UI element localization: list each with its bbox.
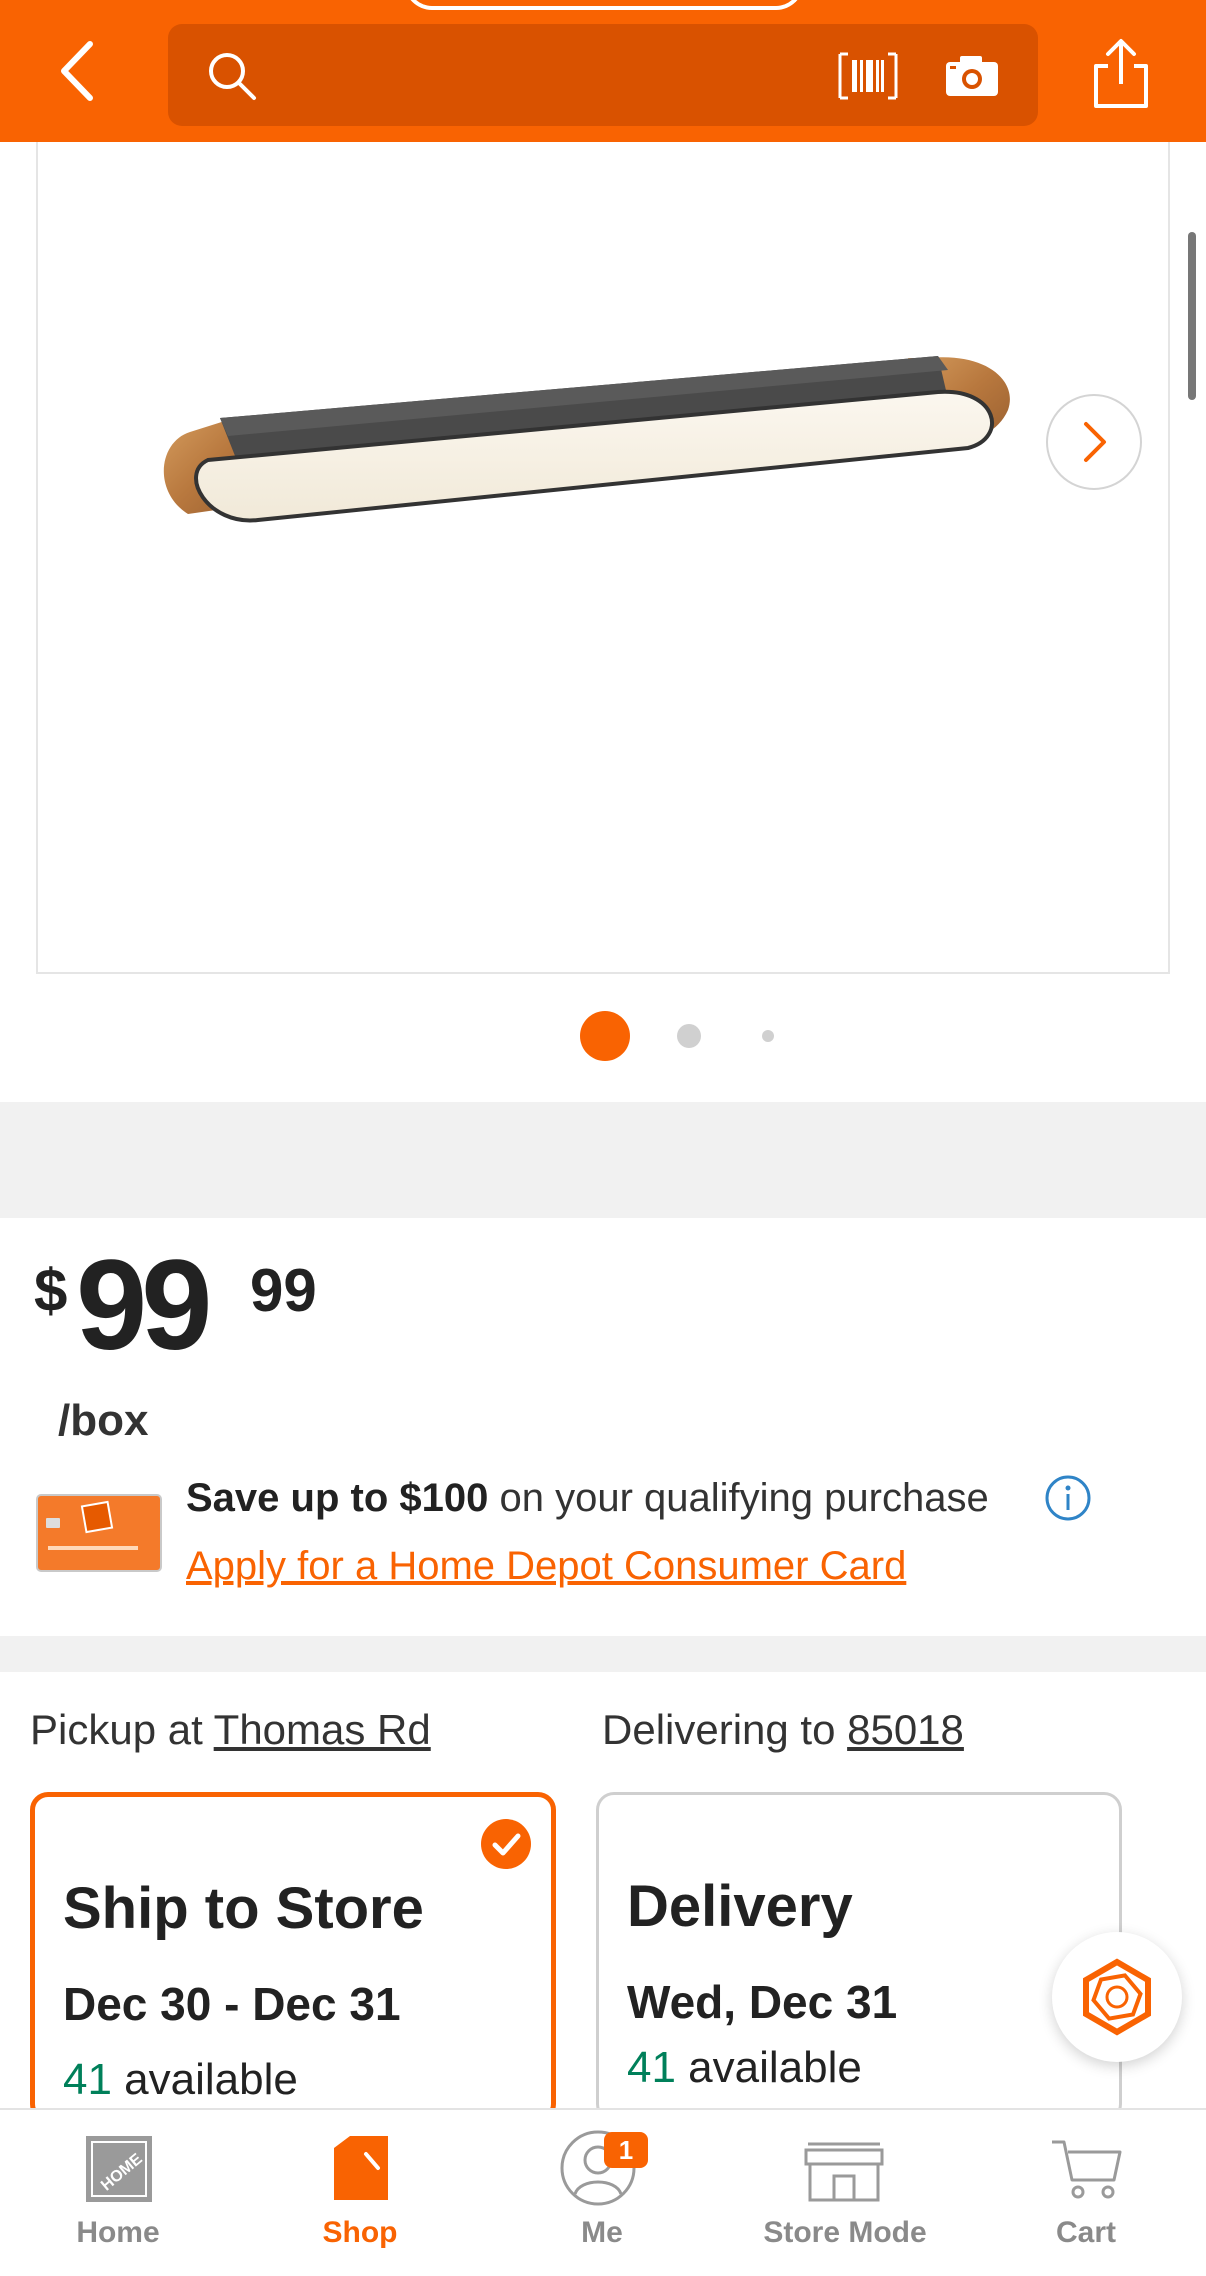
consumer-card-image bbox=[36, 1494, 162, 1572]
delivery-label: Delivering to 85018 bbox=[602, 1706, 964, 1754]
promo-bold: Save up to $100 bbox=[186, 1476, 489, 1520]
pickup-store-link[interactable]: Thomas Rd bbox=[214, 1706, 431, 1753]
share-button[interactable] bbox=[1088, 36, 1154, 110]
pagination-dot-active[interactable] bbox=[580, 1011, 630, 1061]
assistant-hexagon-icon bbox=[1083, 1958, 1151, 2036]
barcode-icon[interactable] bbox=[836, 50, 900, 102]
tab-label: Store Mode bbox=[763, 2216, 927, 2249]
next-image-button[interactable] bbox=[1046, 394, 1142, 490]
apply-card-link[interactable]: Apply for a Home Depot Consumer Card bbox=[186, 1544, 906, 1589]
tab-home[interactable]: HOME Home bbox=[38, 2110, 198, 2276]
back-button[interactable] bbox=[50, 36, 110, 106]
back-icon bbox=[61, 41, 93, 101]
available-count: 41 bbox=[63, 2055, 112, 2104]
shop-bag-icon bbox=[334, 2136, 388, 2200]
device-notch bbox=[404, 0, 804, 10]
chevron-right-icon bbox=[1084, 422, 1106, 462]
option-title: Delivery bbox=[627, 1874, 853, 1939]
selected-check-icon bbox=[481, 1819, 531, 1869]
search-icon bbox=[209, 53, 256, 100]
price-cents: 99 bbox=[250, 1257, 317, 1324]
ship-to-store-option[interactable]: Ship to Store Dec 30 - Dec 31 41 availab… bbox=[30, 1792, 556, 2122]
promo-text: Save up to $100 on your qualifying purch… bbox=[186, 1476, 989, 1521]
option-date: Dec 30 - Dec 31 bbox=[63, 1978, 401, 2030]
tab-cart[interactable]: Cart bbox=[1006, 2110, 1166, 2276]
available-count: 41 bbox=[627, 2043, 676, 2092]
pagination-dot[interactable] bbox=[677, 1024, 701, 1048]
tab-label: Shop bbox=[322, 2216, 398, 2249]
gallery-scrollbar[interactable] bbox=[1188, 232, 1196, 400]
pickup-label: Pickup at Thomas Rd bbox=[30, 1706, 431, 1754]
notification-badge: 1 bbox=[604, 2132, 648, 2168]
price-dollars: 99 bbox=[76, 1234, 212, 1377]
promo-rest: on your qualifying purchase bbox=[488, 1476, 989, 1520]
store-icon bbox=[804, 2142, 884, 2202]
search-input[interactable] bbox=[168, 24, 1038, 126]
price-unit: /box bbox=[58, 1396, 149, 1445]
section-divider bbox=[0, 1636, 1206, 1672]
tab-label: Me bbox=[581, 2216, 623, 2249]
pickup-prefix: Pickup at bbox=[30, 1706, 214, 1753]
pagination-dot[interactable] bbox=[762, 1030, 774, 1042]
delivery-option[interactable]: Delivery Wed, Dec 31 41 available bbox=[596, 1792, 1122, 2122]
info-icon bbox=[1045, 1475, 1091, 1521]
top-app-bar bbox=[0, 0, 1206, 142]
option-date: Wed, Dec 31 bbox=[627, 1976, 898, 2028]
product-image-gallery[interactable] bbox=[36, 142, 1170, 974]
home-depot-logo-icon: HOME bbox=[86, 2136, 152, 2202]
available-text: available bbox=[675, 2043, 862, 2092]
tab-store-mode[interactable]: Store Mode bbox=[742, 2110, 948, 2276]
available-text: available bbox=[111, 2055, 298, 2104]
price-currency: $ bbox=[34, 1257, 68, 1324]
option-availability: 41 available bbox=[63, 2055, 298, 2105]
option-availability: 41 available bbox=[627, 2043, 862, 2093]
delivery-prefix: Delivering to bbox=[602, 1706, 848, 1753]
info-button[interactable] bbox=[1044, 1474, 1092, 1522]
cart-icon bbox=[1052, 2140, 1122, 2199]
chat-assistant-button[interactable] bbox=[1052, 1932, 1182, 2062]
section-divider bbox=[0, 1102, 1206, 1218]
option-title: Ship to Store bbox=[63, 1876, 424, 1941]
camera-icon[interactable] bbox=[942, 52, 1002, 100]
tab-me[interactable]: 1 Me bbox=[522, 2110, 682, 2276]
tab-shop[interactable]: Shop bbox=[280, 2110, 440, 2276]
tab-label: Home bbox=[76, 2216, 160, 2249]
tab-label: Cart bbox=[1055, 2216, 1116, 2249]
delivery-zip-link[interactable]: 85018 bbox=[847, 1706, 964, 1753]
product-image bbox=[163, 356, 1010, 523]
share-icon bbox=[1094, 39, 1148, 108]
bottom-tab-bar: HOME Home Shop 1 Me Store Mode Cart bbox=[0, 2108, 1206, 2274]
gallery-pagination[interactable] bbox=[0, 1008, 1206, 1064]
